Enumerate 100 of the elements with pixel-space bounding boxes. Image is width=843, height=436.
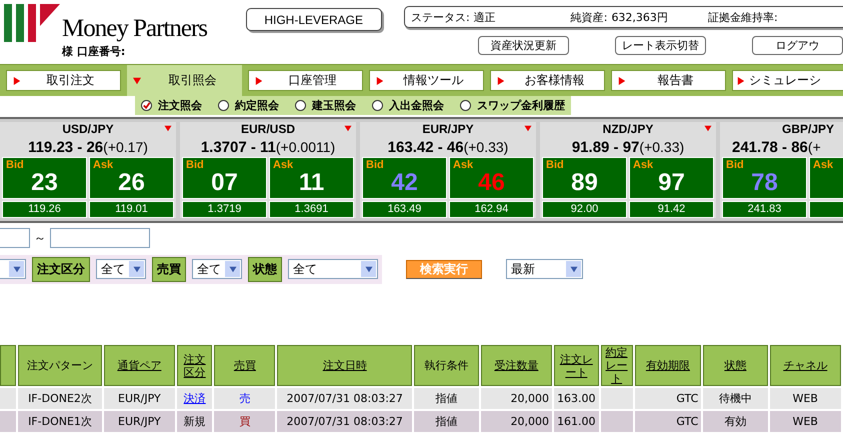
nav-tab[interactable]: お客様情報 bbox=[490, 70, 605, 91]
status-value: 適正 bbox=[474, 10, 496, 24]
filter-label: 注文区分 bbox=[32, 256, 90, 282]
select-field[interactable]: 全て bbox=[96, 259, 146, 279]
ask-price: 1.3691 bbox=[269, 201, 354, 218]
table-cell: 20,000 bbox=[480, 411, 552, 432]
bid-price: 1.3719 bbox=[182, 201, 267, 218]
column-header[interactable]: 通貨ペア bbox=[104, 345, 176, 386]
table-cell: 指値 bbox=[414, 388, 479, 409]
brand-name: Money Partners bbox=[62, 16, 207, 42]
table-cell: EUR/JPY bbox=[104, 411, 176, 432]
select-field[interactable]: 全て bbox=[288, 259, 378, 279]
pips-value: 46 bbox=[478, 169, 505, 196]
ask-price: 119.01 bbox=[89, 201, 174, 218]
dropdown-arrow-icon bbox=[12, 266, 20, 272]
dropdown-arrow-icon bbox=[228, 266, 236, 272]
price-label: Ask bbox=[93, 159, 114, 171]
column-header[interactable]: 有効期限 bbox=[634, 345, 702, 386]
rate-quote: 241.78 - 86(+ bbox=[731, 138, 822, 157]
bid-price: 163.49 bbox=[362, 201, 447, 218]
column-header: 注文パターン bbox=[18, 345, 102, 386]
down-triangle-icon bbox=[133, 76, 141, 84]
right-triangle-icon bbox=[737, 76, 745, 84]
pips-value: 23 bbox=[31, 169, 58, 196]
table-cell: 2007/07/31 08:03:27 bbox=[277, 411, 412, 432]
table-cell: 待機中 bbox=[703, 388, 768, 409]
price-label: Ask bbox=[813, 159, 834, 171]
bid-price: 241.83 bbox=[722, 201, 807, 218]
rate-quote: 163.42 - 46(+0.33) bbox=[386, 138, 510, 157]
pips-value: 26 bbox=[118, 169, 145, 196]
bid-price: 119.26 bbox=[2, 201, 87, 218]
sub-nav-item[interactable]: 注文照会 bbox=[141, 98, 202, 113]
filter-label: 状態 bbox=[248, 256, 282, 282]
column-header[interactable]: 注文レート bbox=[554, 345, 599, 386]
sort-select[interactable]: 最新 bbox=[506, 259, 583, 279]
select-field[interactable] bbox=[0, 259, 26, 279]
dropdown-arrow-icon bbox=[132, 266, 140, 272]
nav-tab[interactable]: 取引注文 bbox=[6, 70, 121, 91]
column-header[interactable]: 注文日時 bbox=[277, 345, 412, 386]
dropdown-arrow-icon bbox=[570, 266, 578, 272]
status-label: ステータス: bbox=[411, 10, 470, 24]
sub-nav-item[interactable]: 建玉照会 bbox=[295, 98, 356, 113]
price-label: Ask bbox=[273, 159, 294, 171]
status-label: 証拠金維持率: bbox=[708, 10, 778, 24]
table-cell: WEB bbox=[770, 388, 841, 409]
column-header[interactable]: 売買 bbox=[214, 345, 276, 386]
nav-tab[interactable]: 取引照会 bbox=[127, 65, 242, 96]
column-header[interactable]: 注文区分 bbox=[177, 345, 212, 386]
currency-pair: EUR/USD bbox=[240, 122, 295, 137]
pips-value: 07 bbox=[211, 169, 238, 196]
select-field[interactable]: 全て bbox=[192, 259, 242, 279]
table-cell: 161.00 bbox=[554, 411, 599, 432]
currency-pair: USD/JPY bbox=[62, 122, 114, 137]
sub-nav-item[interactable]: 入出金照会 bbox=[372, 98, 444, 113]
column-header[interactable]: チャネル bbox=[770, 345, 841, 386]
ask-price: 162.94 bbox=[449, 201, 534, 218]
pips-value: 97 bbox=[658, 169, 685, 196]
nav-tab[interactable]: 情報ツール bbox=[369, 70, 484, 91]
price-label: Bid bbox=[186, 159, 204, 171]
table-cell: 20,000 bbox=[480, 388, 552, 409]
nav-tab[interactable]: 口座管理 bbox=[248, 70, 363, 91]
mode-button[interactable]: HIGH-LEVERAGE bbox=[246, 8, 382, 31]
rate-quote: 91.89 - 97(+0.33) bbox=[570, 138, 686, 157]
right-triangle-icon bbox=[497, 76, 505, 84]
right-triangle-icon bbox=[618, 76, 626, 84]
nav-tab[interactable]: シミュレーシ bbox=[732, 70, 843, 91]
table-cell: 売 bbox=[214, 388, 276, 409]
currency-pair: EUR/JPY bbox=[422, 122, 474, 137]
header-button[interactable]: レート表示切替 bbox=[615, 36, 706, 55]
column-header[interactable]: 状態 bbox=[703, 345, 768, 386]
column-header: 執行条件 bbox=[414, 345, 479, 386]
pips-value: 78 bbox=[751, 169, 778, 196]
ask-price: 91.42 bbox=[629, 201, 714, 218]
dropdown-triangle-icon bbox=[164, 125, 172, 132]
date-from-field[interactable] bbox=[0, 228, 30, 248]
sub-nav-item[interactable]: 約定照会 bbox=[218, 98, 279, 113]
pips-value: 11 bbox=[298, 169, 324, 196]
sub-nav-item[interactable]: スワップ金利履歴 bbox=[460, 98, 565, 113]
currency-pair: NZD/JPY bbox=[602, 122, 654, 137]
stripes-logo-icon bbox=[4, 2, 60, 42]
header-button[interactable]: 資産状況更新 bbox=[478, 36, 569, 55]
header-cell bbox=[0, 345, 16, 386]
table-cell: IF-DONE1次 bbox=[18, 411, 102, 432]
header-button[interactable]: ログアウ bbox=[752, 36, 843, 55]
table-cell: 有効 bbox=[703, 411, 768, 432]
right-triangle-icon bbox=[255, 76, 263, 84]
date-to-field[interactable] bbox=[50, 228, 150, 248]
dropdown-triangle-icon bbox=[524, 125, 532, 132]
status-label: 純資産: bbox=[570, 10, 608, 24]
nav-tab[interactable]: 報告書 bbox=[611, 70, 726, 91]
rate-quote: 1.3707 - 11(+0.0011) bbox=[200, 138, 336, 157]
bid-price: 92.00 bbox=[542, 201, 627, 218]
column-header[interactable]: 受注数量 bbox=[480, 345, 552, 386]
dropdown-arrow-icon bbox=[364, 266, 372, 272]
column-header[interactable]: 約定レート bbox=[600, 345, 633, 386]
table-cell: IF-DONE2次 bbox=[18, 388, 102, 409]
table-cell: 指値 bbox=[414, 411, 479, 432]
range-separator: ～ bbox=[33, 230, 47, 246]
price-label: Bid bbox=[366, 159, 384, 171]
table-cell: 2007/07/31 08:03:27 bbox=[277, 388, 412, 409]
